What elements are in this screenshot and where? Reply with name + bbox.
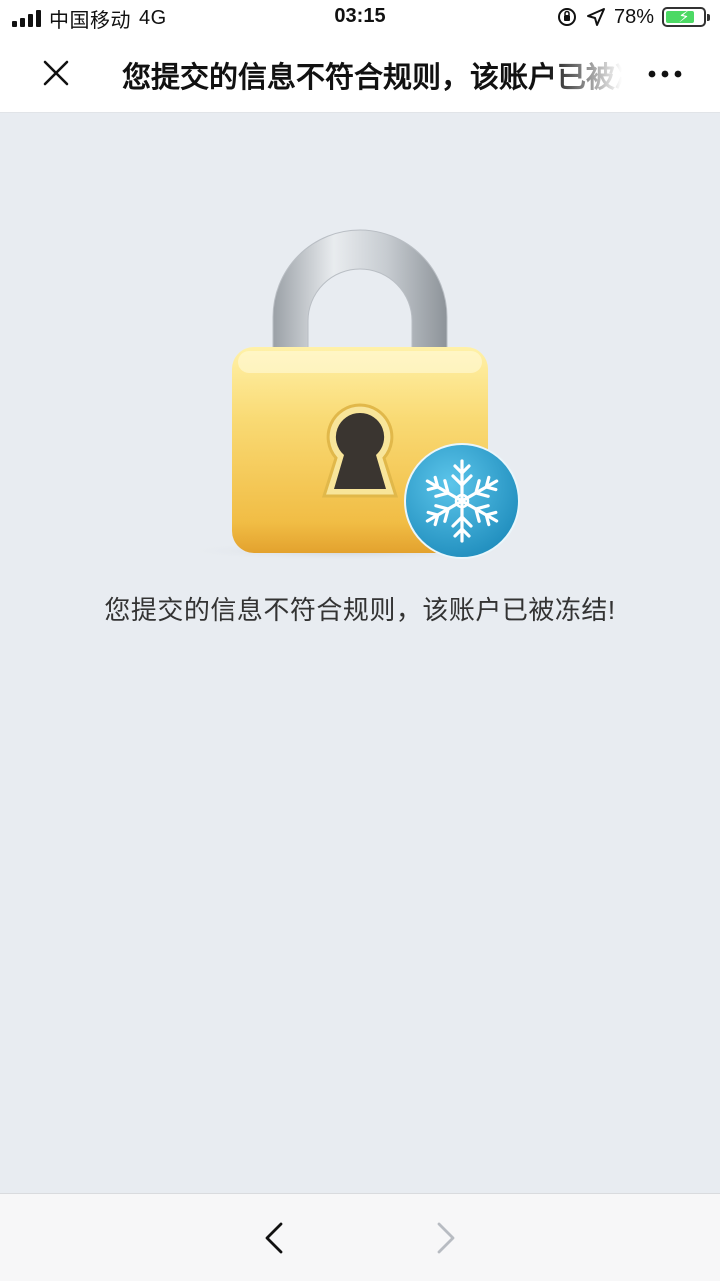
battery-icon: ⚡	[662, 7, 710, 27]
orientation-lock-icon	[557, 8, 576, 26]
location-arrow-icon	[586, 8, 605, 26]
more-dots-icon	[648, 70, 682, 78]
nav-bar: 您提交的信息不符合规则，该账户已被冻结！	[0, 34, 720, 113]
close-button[interactable]	[30, 50, 82, 96]
status-bar: 中国移动 4G 03:15 78% ⚡	[0, 0, 720, 34]
bottom-toolbar	[0, 1193, 720, 1281]
back-button[interactable]	[246, 1210, 302, 1266]
page-title: 您提交的信息不符合规则，该账户已被冻结！	[122, 62, 622, 94]
more-button[interactable]	[640, 52, 690, 96]
frozen-account-message: 您提交的信息不符合规则，该账户已被冻结!	[104, 595, 616, 625]
chevron-right-icon	[437, 1222, 455, 1254]
charging-bolt-icon: ⚡	[678, 9, 690, 26]
frozen-lock-icon	[180, 229, 520, 561]
chevron-left-icon	[265, 1222, 283, 1254]
status-right: 78% ⚡	[556, 4, 710, 30]
close-icon	[43, 60, 69, 86]
forward-button[interactable]	[418, 1210, 474, 1266]
battery-percent: 78%	[613, 5, 654, 28]
